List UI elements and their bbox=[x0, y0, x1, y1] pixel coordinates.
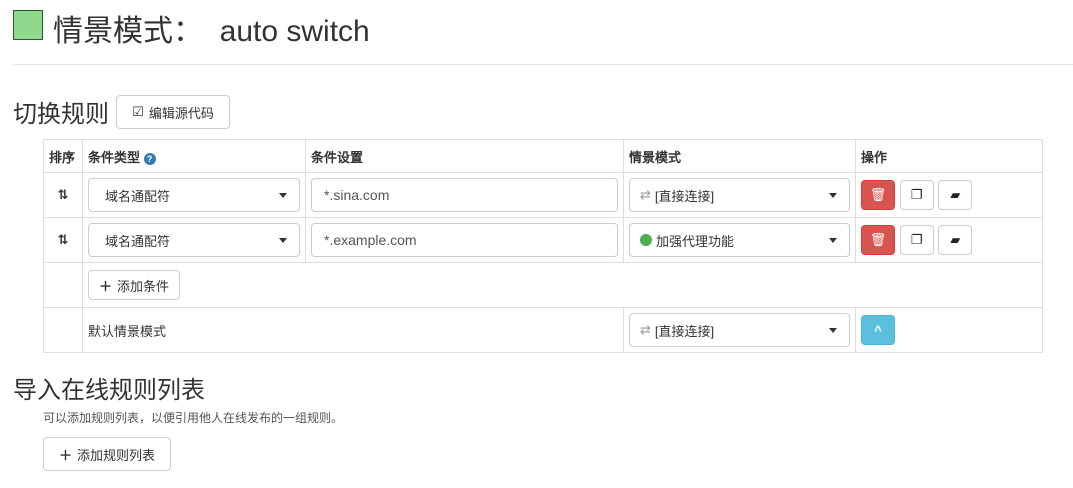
condition-input[interactable]: *.sina.com bbox=[311, 178, 618, 212]
import-heading: 导入在线规则列表 bbox=[13, 377, 205, 404]
edit-icon: ☑ bbox=[132, 104, 144, 119]
col-condition: 条件设置 bbox=[305, 139, 624, 173]
table-header: 排序 条件类型 ? 条件设置 情景模式 操作 bbox=[43, 139, 1043, 173]
default-row: 默认情景模式 ⇄ [直接连接] ^ bbox=[43, 307, 1043, 353]
edit-source-button[interactable]: ☑ 编辑源代码 bbox=[116, 95, 230, 129]
clone-button[interactable]: ❐ bbox=[899, 180, 934, 210]
plus-icon: ＋ bbox=[99, 278, 113, 294]
page-title: 情景模式： auto switch bbox=[53, 15, 370, 48]
default-profile-select[interactable]: ⇄ [直接连接] bbox=[629, 313, 850, 347]
globe-icon bbox=[640, 234, 652, 246]
import-description: 可以添加规则列表，以便引用他人在线发布的一组规则。 bbox=[43, 411, 344, 425]
sort-handle-icon[interactable]: ⇅ bbox=[43, 172, 83, 218]
profile-select[interactable]: ⇄ [直接连接] bbox=[629, 178, 850, 212]
rules-table: 排序 条件类型 ? 条件设置 情景模式 操作 ⇅ 域名通配符 *.sina.co… bbox=[43, 139, 1043, 353]
condition-input[interactable]: *.example.com bbox=[311, 223, 618, 257]
condition-type-select[interactable]: 域名通配符 bbox=[88, 223, 300, 257]
caret-icon bbox=[279, 238, 287, 243]
add-condition-button[interactable]: ＋添加条件 bbox=[88, 270, 181, 300]
table-row: ⇅ 域名通配符 *.example.com 加强代理功能 🗑 ❐ ▰ bbox=[43, 217, 1043, 263]
caret-icon bbox=[829, 193, 837, 198]
direct-icon: ⇄ bbox=[640, 187, 651, 202]
direct-icon: ⇄ bbox=[640, 322, 651, 337]
caret-icon bbox=[829, 328, 837, 333]
default-profile-label: 默认情景模式 bbox=[82, 307, 624, 353]
add-rule-list-button[interactable]: ＋添加规则列表 bbox=[43, 437, 171, 471]
profile-color-swatch bbox=[13, 10, 43, 40]
table-row: ⇅ 域名通配符 *.sina.com ⇄ [直接连接] 🗑 ❐ ▰ bbox=[43, 172, 1043, 218]
collapse-up-button[interactable]: ^ bbox=[861, 315, 895, 345]
comment-button[interactable]: ▰ bbox=[938, 225, 973, 255]
col-actions: 操作 bbox=[855, 139, 1043, 173]
condition-type-select[interactable]: 域名通配符 bbox=[88, 178, 300, 212]
profile-select[interactable]: 加强代理功能 bbox=[629, 223, 850, 257]
add-condition-row: ＋添加条件 bbox=[43, 262, 1043, 308]
help-icon[interactable]: ? bbox=[143, 152, 156, 165]
delete-button[interactable]: 🗑 bbox=[861, 180, 895, 210]
caret-icon bbox=[829, 238, 837, 243]
comment-button[interactable]: ▰ bbox=[938, 180, 973, 210]
sort-handle-icon[interactable]: ⇅ bbox=[43, 217, 83, 263]
plus-icon: ＋ bbox=[58, 447, 72, 463]
col-profile: 情景模式 bbox=[623, 139, 856, 173]
col-condition-type: 条件类型 ? bbox=[82, 139, 306, 173]
rules-heading: 切换规则 bbox=[13, 101, 109, 128]
clone-button[interactable]: ❐ bbox=[899, 225, 934, 255]
divider bbox=[13, 64, 1073, 65]
delete-button[interactable]: 🗑 bbox=[861, 225, 895, 255]
caret-icon bbox=[279, 193, 287, 198]
col-order: 排序 bbox=[43, 139, 83, 173]
